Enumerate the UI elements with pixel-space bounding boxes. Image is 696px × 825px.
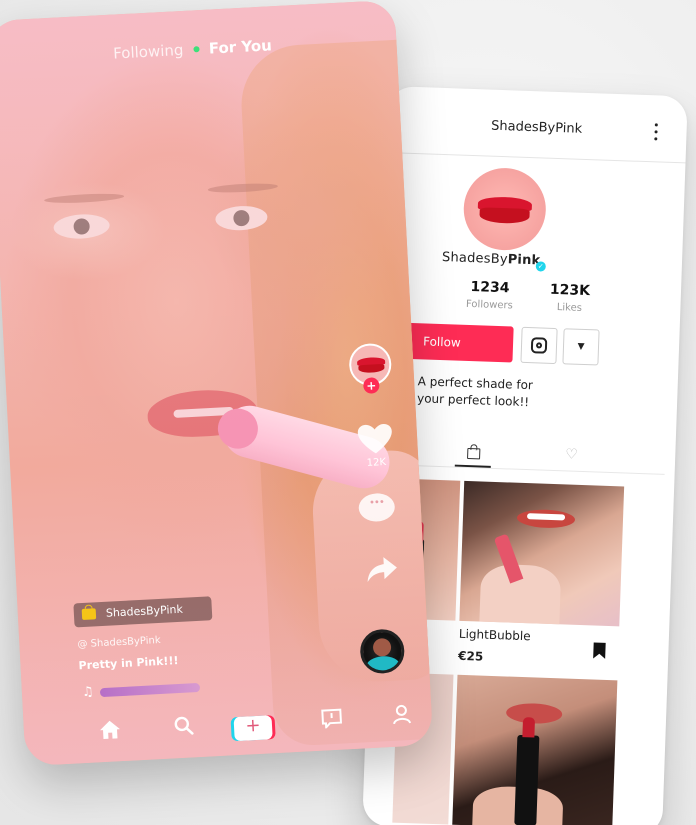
- verified-badge-icon: ✓: [535, 261, 546, 272]
- tab-liked[interactable]: ♡: [565, 446, 578, 462]
- stat-followers[interactable]: 1234 Followers: [444, 278, 535, 312]
- instagram-icon: [530, 337, 548, 354]
- profile-icon: [393, 704, 412, 725]
- suggested-accounts-dropdown[interactable]: ▼: [562, 328, 600, 366]
- topbar-divider: [385, 151, 686, 164]
- promo-scene: ShadesByPink ShadesByPink ✓ 0K wing 1234…: [0, 0, 696, 825]
- caret-down-icon: ▼: [577, 341, 585, 353]
- profile-avatar[interactable]: [462, 166, 548, 252]
- profile-username-title: ShadesByPink: [490, 118, 583, 137]
- bookmark-filled-icon[interactable]: [592, 641, 607, 659]
- heart-outline-icon: ♡: [564, 446, 579, 463]
- inbox-icon: [321, 708, 343, 730]
- tab-for-you[interactable]: For You: [208, 36, 272, 57]
- shopping-bag-icon: [81, 608, 97, 621]
- live-dot-icon: [192, 45, 200, 52]
- video-phone: Following For You + 12K ShadesByPink @ S…: [0, 0, 434, 767]
- create-plus-icon: [233, 715, 273, 742]
- product-thumb-right-2[interactable]: [452, 674, 618, 825]
- nav-me[interactable]: [381, 703, 423, 741]
- profile-bio: A perfect shade for your perfect look!!: [416, 374, 534, 410]
- follow-button[interactable]: Follow: [400, 322, 514, 363]
- search-icon: [174, 716, 194, 735]
- home-icon: [100, 720, 120, 740]
- nav-create[interactable]: [233, 711, 275, 749]
- stat-likes[interactable]: 123K Likes: [524, 281, 615, 315]
- product-thumb-lightbubble[interactable]: [459, 480, 625, 627]
- tab-following[interactable]: Following: [113, 41, 184, 63]
- shopping-bag-icon: [466, 447, 480, 460]
- profile-stats: 0K wing 1234 Followers 123K Likes: [380, 276, 681, 330]
- more-options-icon[interactable]: [654, 123, 659, 141]
- instagram-link-button[interactable]: [520, 326, 558, 365]
- profile-topbar: ShadesByPink: [386, 106, 687, 150]
- product-price: €25: [457, 648, 484, 664]
- nav-inbox[interactable]: [311, 707, 353, 745]
- profile-display-name: ShadesByPink: [441, 249, 541, 269]
- nav-home[interactable]: [90, 719, 132, 757]
- tab-shop[interactable]: [454, 440, 492, 468]
- heart-icon[interactable]: [356, 423, 394, 457]
- product-name[interactable]: LightBubble: [459, 627, 531, 643]
- share-icon[interactable]: [365, 554, 398, 584]
- profile-tabs: ♡: [414, 431, 666, 475]
- nav-search[interactable]: [163, 715, 205, 753]
- music-note-icon: ♫: [81, 684, 95, 701]
